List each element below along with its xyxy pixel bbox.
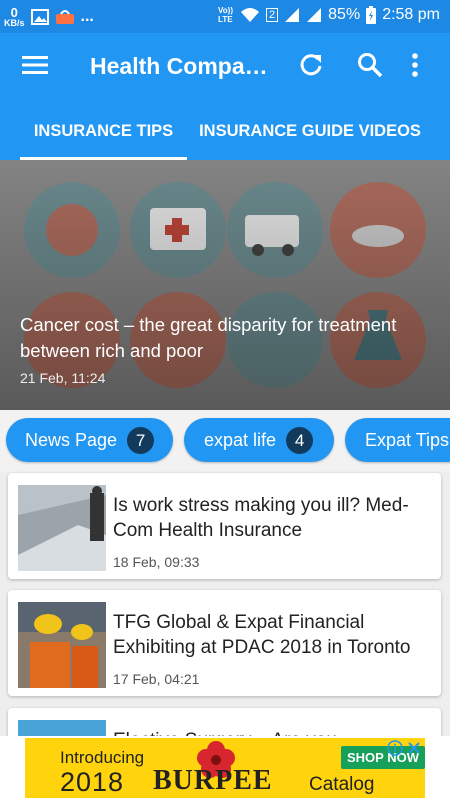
clock: 2:58 pm [382,6,440,23]
net-speed: 0 KB/s [4,5,25,28]
article-thumbnail [18,485,106,571]
featured-title: Cancer cost – the great disparity for tr… [20,314,397,361]
app-title: Health Companion [90,53,270,79]
shopping-bag-icon [55,10,74,24]
article-time: 17 Feb, 04:21 [113,671,200,687]
status-bar: 0 KB/s ... Vo)) LTE 2 85% 2:58 pm [0,0,450,33]
article-thumbnail [18,602,106,688]
chip-count: 7 [127,426,155,454]
ad-info-icon[interactable] [387,740,403,756]
battery-icon [366,6,377,24]
article-card[interactable]: Is work stress making you ill? Med-Com H… [8,473,441,579]
signal-icon [285,8,300,22]
refresh-icon[interactable] [297,51,325,79]
ad-banner[interactable]: Introducing 2018 BURPEE Catalog SHOP NOW [25,738,425,798]
app-bar: Health Companion INSURANCE TIPS INSURANC… [0,33,450,160]
featured-article[interactable]: Cancer cost – the great disparity for tr… [0,160,450,410]
menu-icon[interactable] [22,53,48,77]
tab-bar: INSURANCE TIPS INSURANCE GUIDE VIDEOS [0,117,450,160]
signal-icon-2 [307,8,322,22]
ad-catalog: Catalog [309,774,375,795]
article-time: 18 Feb, 09:33 [113,554,200,570]
article-title: Is work stress making you ill? Med-Com H… [113,495,409,541]
gallery-icon [30,9,49,25]
tab-insurance-guide-videos[interactable]: INSURANCE GUIDE VIDEOS [195,117,425,160]
category-chips: News Page 7 expat life 4 Expat Tips [0,410,450,472]
wifi-icon [241,8,260,22]
ad-banner-container: Introducing 2018 BURPEE Catalog SHOP NOW [0,736,450,800]
chip-count: 4 [286,426,314,454]
tab-insurance-tips[interactable]: INSURANCE TIPS [20,117,187,160]
sim-badge: 2 [266,8,279,22]
more-vert-icon[interactable] [408,51,422,79]
chip-expat-life[interactable]: expat life 4 [184,418,334,462]
battery-percent: 85% [328,6,361,23]
chip-expat-tips[interactable]: Expat Tips [345,418,450,462]
featured-time: 21 Feb, 11:24 [20,370,106,386]
article-title: TFG Global & Expat Financial Exhibiting … [113,612,411,658]
search-icon[interactable] [356,51,384,79]
lte-indicator: Vo)) LTE [218,6,233,24]
article-card[interactable]: TFG Global & Expat Financial Exhibiting … [8,590,441,696]
ad-close-icon[interactable] [406,740,422,756]
ad-intro: Introducing [60,748,145,767]
ad-brand: BURPEE [153,765,273,796]
ad-year: 2018 [60,767,125,797]
chip-news-page[interactable]: News Page 7 [6,418,173,462]
